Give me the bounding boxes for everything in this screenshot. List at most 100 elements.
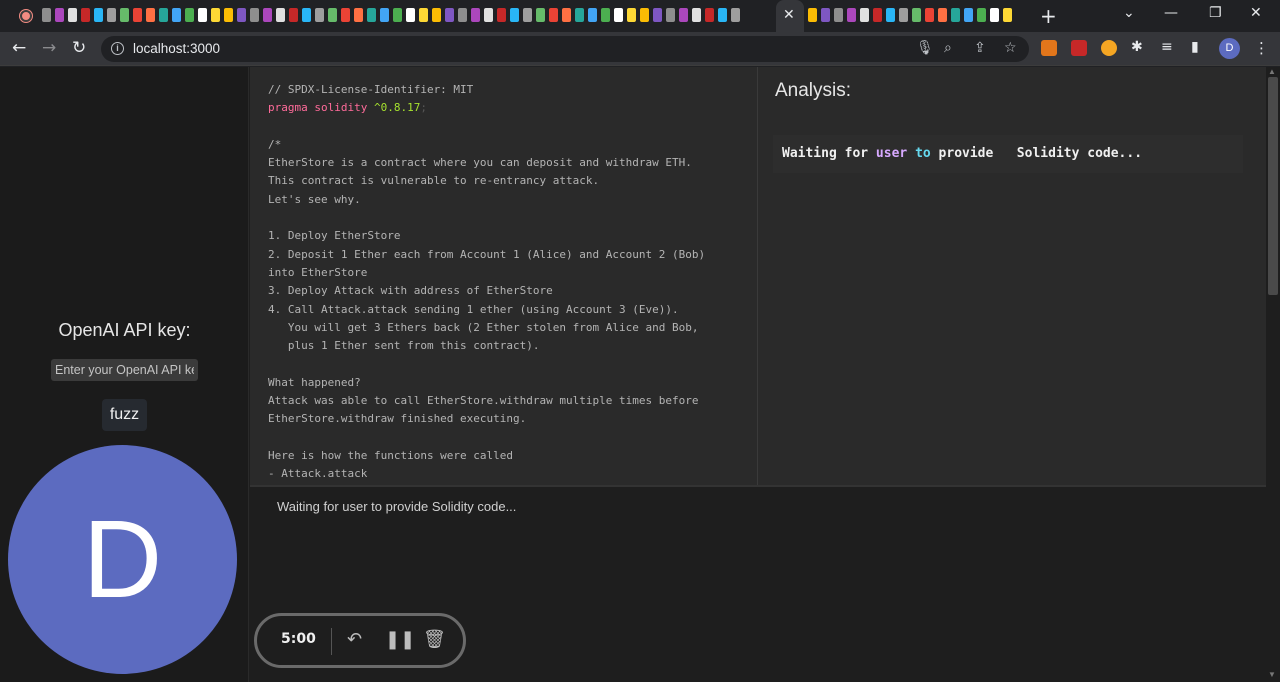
tab-favicon-icon[interactable] [549,8,558,22]
site-info-icon[interactable]: i [111,42,124,55]
tab-favicon-icon[interactable] [964,8,973,22]
tab-favicon-icon[interactable] [588,8,597,22]
tab-favicon-icon[interactable] [666,8,675,22]
bookmark-star-icon[interactable]: ☆ [1004,40,1017,56]
tab-favicon-icon[interactable] [120,8,129,22]
tab-favicon-icon[interactable] [860,8,869,22]
trash-icon[interactable]: 🗑 [423,629,446,650]
tab-favicon-icon[interactable] [172,8,181,22]
record-icon[interactable] [20,10,32,22]
code-line[interactable] [268,429,748,447]
code-line[interactable]: You will get 3 Ethers back (2 Ether stol… [268,319,748,337]
tab-favicon-icon[interactable] [523,8,532,22]
tab-favicon-icon[interactable] [68,8,77,22]
forward-icon[interactable]: → [42,38,56,58]
tab-favicon-icon[interactable] [393,8,402,22]
tab-favicon-icon[interactable] [497,8,506,22]
tab-favicon-icon[interactable] [692,8,701,22]
tab-favicon-icon[interactable] [380,8,389,22]
api-key-input[interactable] [51,359,198,381]
tab-favicon-icon[interactable] [912,8,921,22]
tab-favicon-icon[interactable] [81,8,90,22]
share-icon[interactable]: ⇪ [974,40,986,56]
tab-favicon-icon[interactable] [731,8,740,22]
tab-favicon-icon[interactable] [367,8,376,22]
tab-favicon-icon[interactable] [873,8,882,22]
tab-favicon-icon[interactable] [925,8,934,22]
tab-favicon-icon[interactable] [653,8,662,22]
tab-favicon-icon[interactable] [159,8,168,22]
tab-favicon-icon[interactable] [406,8,415,22]
tab-favicon-icon[interactable] [899,8,908,22]
tab-favicon-icon[interactable] [886,8,895,22]
code-line[interactable]: EtherStore.withdraw finished executing. [268,410,748,428]
tab-favicon-icon[interactable] [1003,8,1012,22]
code-line[interactable]: This contract is vulnerable to re-entran… [268,172,748,190]
window-close-icon[interactable]: ✕ [1250,5,1262,21]
tab-favicon-icon[interactable] [250,8,259,22]
url-text[interactable]: localhost:3000 [133,41,220,56]
code-editor[interactable]: // SPDX-License-Identifier: MIT pragma so… [250,67,757,485]
restore-icon[interactable]: ❐ [1209,5,1222,21]
tab-favicon-icon[interactable] [951,8,960,22]
tab-favicons[interactable] [42,8,772,24]
tab-favicon-icon[interactable] [419,8,428,22]
code-line[interactable]: EtherStore is a contract where you can d… [268,154,748,172]
metamask-extension-icon[interactable] [1041,40,1057,56]
tab-favicon-icon[interactable] [640,8,649,22]
tab-favicon-icon[interactable] [354,8,363,22]
code-line[interactable]: 1. Deploy EtherStore [268,227,748,245]
tab-favicon-icon[interactable] [302,8,311,22]
extension-coin-icon[interactable] [1101,40,1117,56]
new-tab-icon[interactable]: + [1040,4,1057,28]
extensions-puzzle-icon[interactable]: ✱ [1131,39,1143,55]
tab-favicon-icon[interactable] [938,8,947,22]
media-queue-icon[interactable]: ≡ [1161,39,1173,55]
menu-kebab-icon[interactable]: ⋮ [1254,39,1269,57]
undo-icon[interactable]: ↶ [347,629,362,650]
scroll-down-icon[interactable]: ▼ [1268,670,1276,679]
tab-favicon-icon[interactable] [679,8,688,22]
tab-favicon-icon[interactable] [432,8,441,22]
microphone-icon[interactable]: 🎙 [916,40,934,56]
tab-favicon-icon[interactable] [107,8,116,22]
code-line[interactable]: Let's see why. [268,191,748,209]
code-line[interactable]: 3. Deploy Attack with address of EtherSt… [268,282,748,300]
tab-favicon-icon[interactable] [614,8,623,22]
tab-favicon-icon[interactable] [198,8,207,22]
tab-favicon-icon[interactable] [562,8,571,22]
tab-favicon-icon[interactable] [237,8,246,22]
tab-favicon-icon[interactable] [276,8,285,22]
minimize-icon[interactable]: — [1164,5,1178,21]
tab-favicon-icon[interactable] [289,8,298,22]
scroll-thumb[interactable] [1268,77,1278,295]
code-line[interactable] [268,209,748,227]
tab-favicon-icon[interactable] [42,8,51,22]
profile-avatar[interactable]: D [1219,38,1240,59]
tab-favicon-icon[interactable] [315,8,324,22]
code-line[interactable]: Attack was able to call EtherStore.withd… [268,392,748,410]
tab-favicon-icon[interactable] [445,8,454,22]
tab-favicon-icon[interactable] [94,8,103,22]
fuzz-button[interactable]: fuzz [102,399,147,431]
tab-favicon-icon[interactable] [341,8,350,22]
tab-favicon-icon[interactable] [510,8,519,22]
code-line[interactable]: pragma solidity ^0.8.17; [268,99,748,117]
zoom-icon[interactable]: ⌕ [944,40,952,56]
tab-favicon-icon[interactable] [458,8,467,22]
scroll-up-icon[interactable]: ▲ [1268,67,1276,76]
tab-favicon-icon[interactable] [808,8,817,22]
code-line[interactable]: plus 1 Ether sent from this contract). [268,337,748,355]
tab-search-icon[interactable]: ⌄ [1123,5,1135,21]
code-line[interactable]: What happened? [268,374,748,392]
code-line[interactable]: Here is how the functions were called [268,447,748,465]
tab-favicon-icon[interactable] [224,8,233,22]
address-bar[interactable]: i localhost:3000 🎙 ⌕ ⇪ ☆ [101,36,1029,62]
page-scrollbar[interactable]: ▲ ▼ [1266,67,1280,682]
code-line[interactable]: into EtherStore [268,264,748,282]
tab-favicon-icon[interactable] [990,8,999,22]
code-line[interactable]: /* [268,136,748,154]
tab-favicon-icon[interactable] [328,8,337,22]
tab-favicon-icon[interactable] [484,8,493,22]
tab-favicon-icon[interactable] [536,8,545,22]
